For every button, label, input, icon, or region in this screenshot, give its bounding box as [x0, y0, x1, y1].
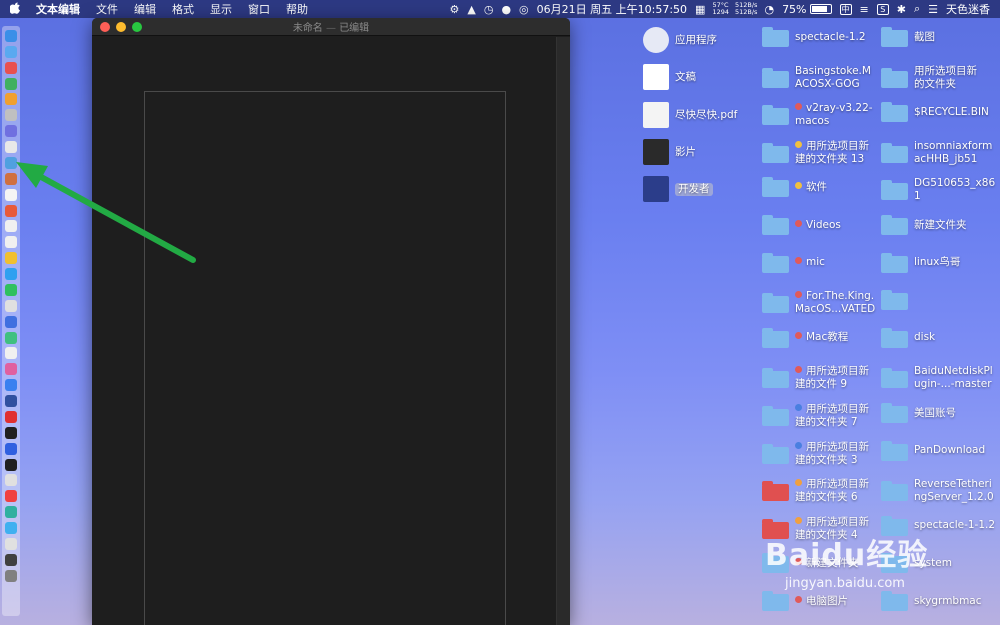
watermark: Baidu经验 jingyan.baidu.com [765, 530, 928, 591]
watermark-url: jingyan.baidu.com [785, 576, 905, 591]
watermark-logo: Baidu经验 [765, 538, 929, 573]
